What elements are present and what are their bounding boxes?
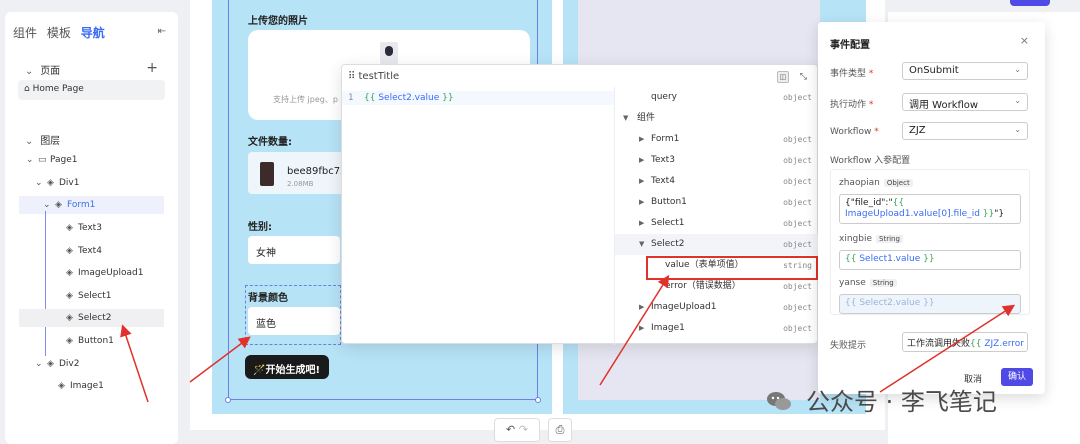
arrow-to-value-row (599, 274, 670, 386)
arrow-to-bg-select (189, 336, 251, 383)
annotation-arrows (120, 274, 1016, 403)
arrow-to-yanse-input (879, 304, 1016, 393)
arrow-to-tree-select2 (120, 324, 149, 403)
